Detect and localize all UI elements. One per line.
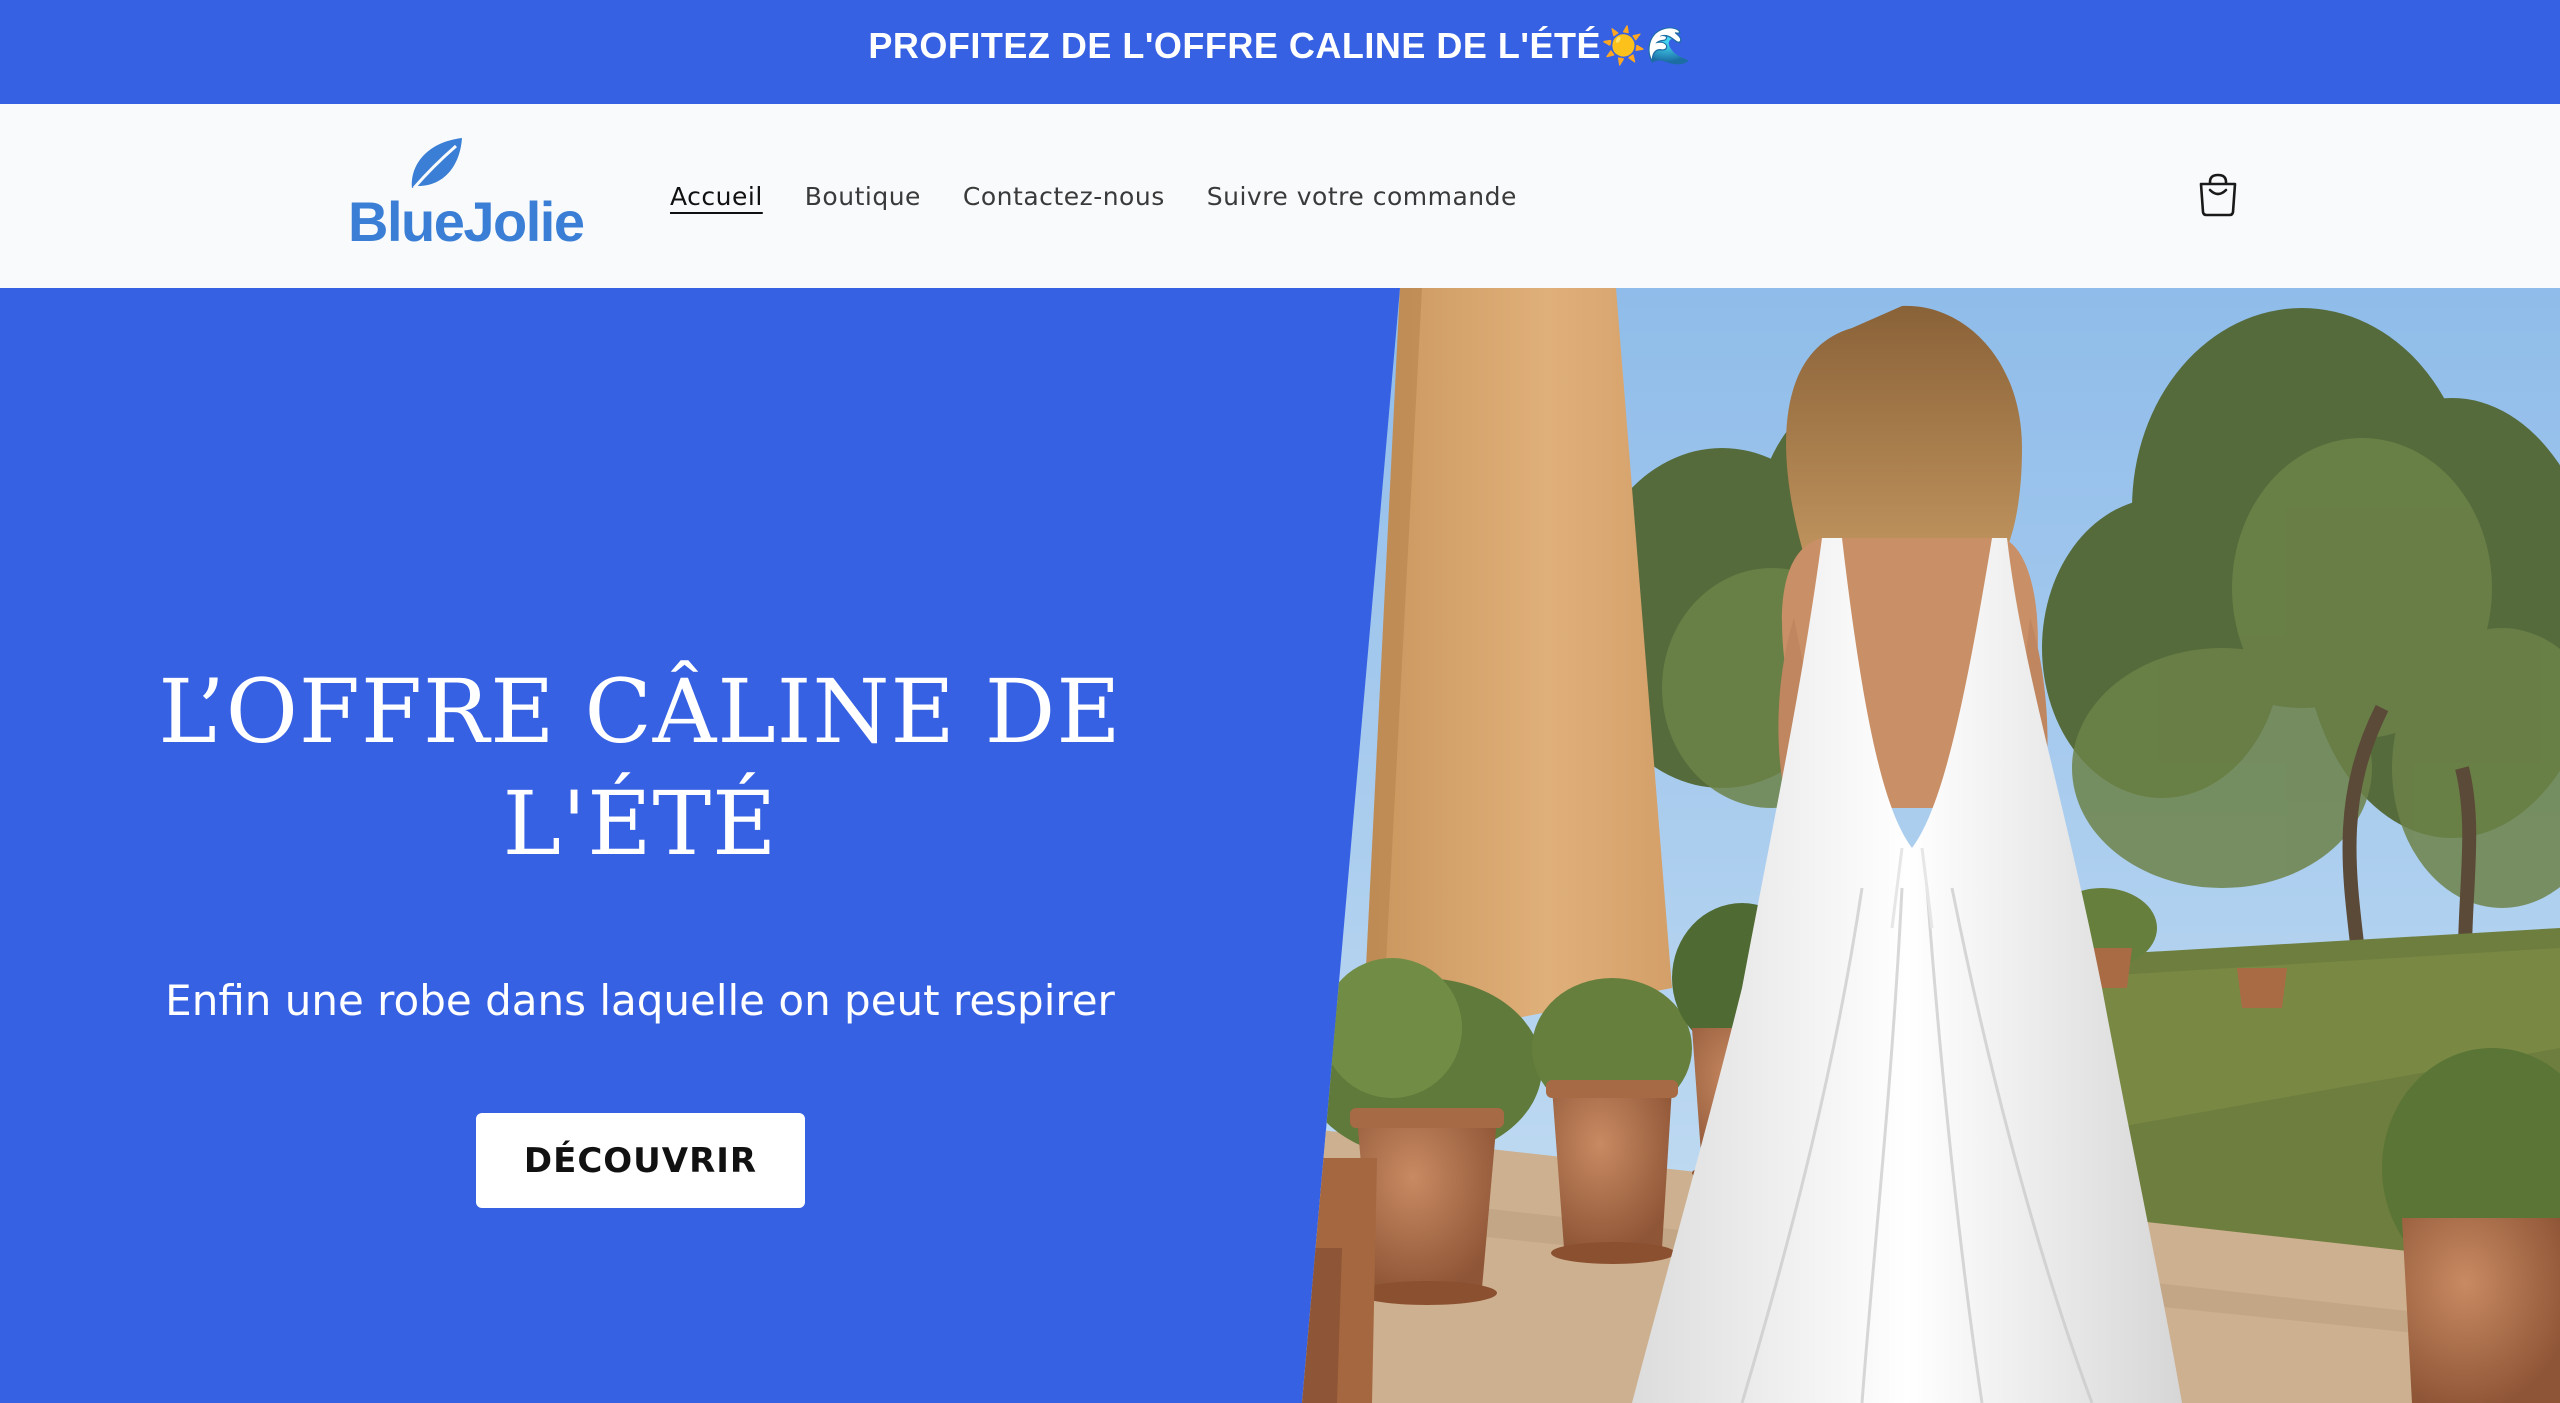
nav-item-contact[interactable]: Contactez-nous: [963, 182, 1165, 211]
hero-title: L’OFFRE CÂLINE DE L'ÉTÉ: [158, 660, 1122, 875]
cart-button[interactable]: [2196, 172, 2240, 218]
hero-photo-illustration: [1302, 288, 2560, 1403]
hero-subtitle: Enfin une robe dans laquelle on peut res…: [165, 976, 1115, 1025]
nav-item-boutique[interactable]: Boutique: [805, 182, 921, 211]
discover-button[interactable]: DÉCOUVRIR: [476, 1113, 805, 1208]
nav-item-accueil[interactable]: Accueil: [670, 182, 763, 211]
announcement-bar: PROFITEZ DE L'OFFRE CALINE DE L'ÉTÉ☀️🌊: [0, 0, 2560, 104]
leaf-icon: [411, 138, 462, 189]
hero-banner: L’OFFRE CÂLINE DE L'ÉTÉ Enfin une robe d…: [0, 288, 2560, 1403]
hero-image: [1302, 288, 2560, 1403]
logo[interactable]: BlueJolie: [346, 134, 585, 264]
site-header: BlueJolie Accueil Boutique Contactez-nou…: [0, 104, 2560, 289]
main-nav: Accueil Boutique Contactez-nous Suivre v…: [670, 104, 1559, 288]
announcement-text: PROFITEZ DE L'OFFRE CALINE DE L'ÉTÉ☀️🌊: [868, 25, 1692, 66]
nav-item-track-order[interactable]: Suivre votre commande: [1207, 182, 1517, 211]
hero-text-panel: L’OFFRE CÂLINE DE L'ÉTÉ Enfin une robe d…: [0, 288, 1400, 1403]
shopping-bag-icon: [2199, 173, 2237, 217]
logo-text: BlueJolie: [348, 190, 585, 253]
